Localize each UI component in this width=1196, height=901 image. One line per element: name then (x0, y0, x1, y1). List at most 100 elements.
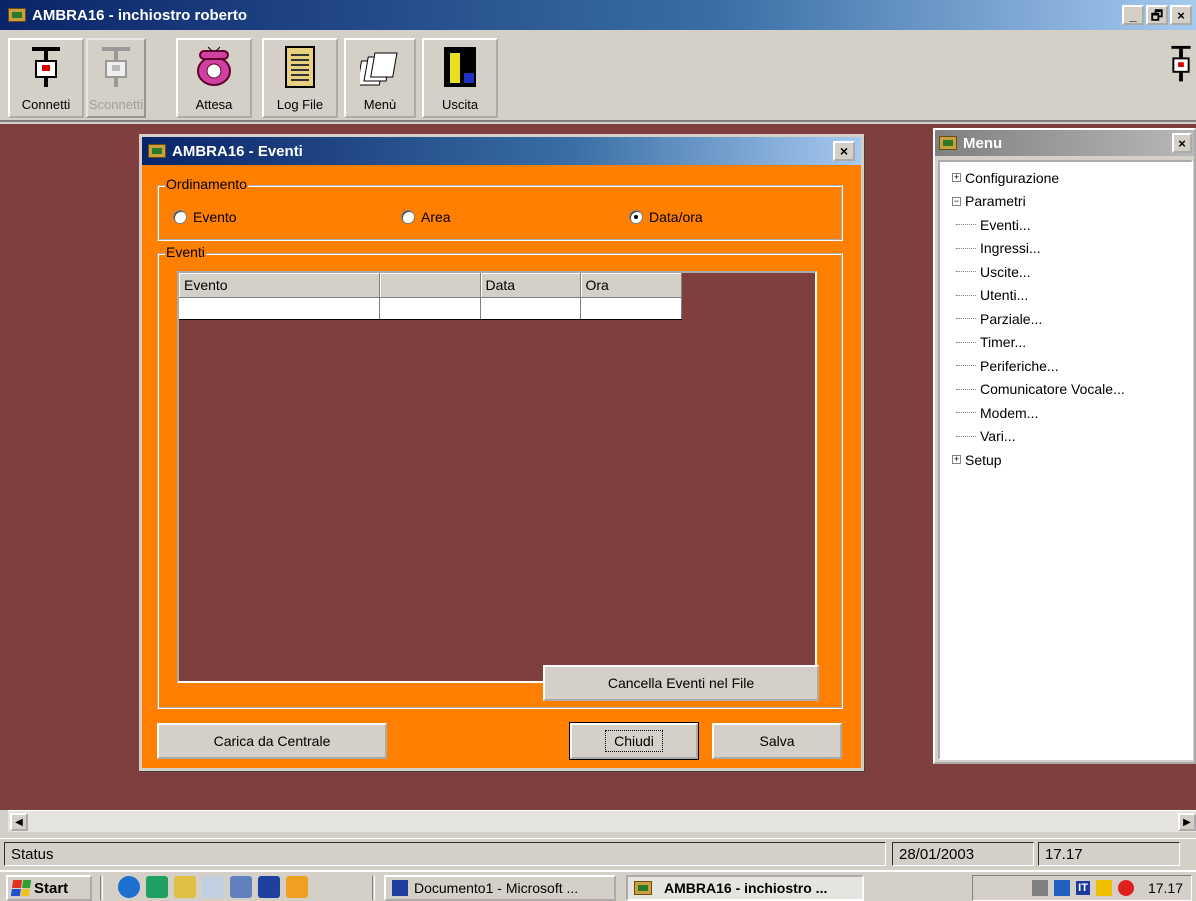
tree-item-vari[interactable]: Vari... (940, 425, 1191, 449)
radio-data-ora-label: Data/ora (649, 209, 703, 225)
plug-icon (26, 45, 66, 89)
tree-label-setup: Setup (965, 451, 1002, 468)
cancella-eventi-label: Cancella Eventi nel File (607, 675, 755, 691)
files-stack-icon (360, 45, 400, 89)
table-cell[interactable] (480, 297, 581, 320)
network-icon[interactable] (1054, 880, 1071, 896)
carica-label: Carica da Centrale (213, 733, 331, 749)
status-bar: Status 28/01/2003 17.17 (0, 838, 1196, 868)
radio-area-label: Area (421, 209, 451, 225)
volume-icon[interactable] (1032, 880, 1049, 896)
radio-data-ora-dot (629, 210, 643, 224)
sconnetti-label: Sconnetti (88, 97, 144, 112)
radio-evento-label: Evento (193, 209, 237, 225)
column-header-evento[interactable]: Evento (179, 273, 380, 298)
tree-item-uscite[interactable]: Uscite... (940, 260, 1191, 284)
tree-item-parametri[interactable]: − Parametri (940, 190, 1191, 214)
internet-explorer-icon[interactable] (118, 876, 140, 898)
expand-icon[interactable]: + (952, 455, 961, 465)
tree-item-periferiche[interactable]: Periferiche... (940, 354, 1191, 378)
status-time: 17.17 (1038, 842, 1180, 866)
column-header-data[interactable]: Data (480, 273, 581, 298)
app-icon (8, 8, 26, 22)
scroll-left-icon[interactable]: ◀ (10, 813, 28, 831)
carica-da-centrale-button[interactable]: Carica da Centrale (157, 723, 387, 759)
attesa-button[interactable]: Attesa (176, 38, 252, 118)
document-icon (280, 45, 320, 89)
menu-panel-close-button[interactable]: × (1172, 133, 1192, 153)
scroll-right-icon[interactable]: ▶ (1178, 813, 1196, 831)
menu-tree: + Configurazione − Parametri Eventi... I… (938, 160, 1193, 760)
telephone-icon (194, 45, 234, 89)
dialog-close-button[interactable]: × (833, 141, 855, 161)
ordinamento-group: Ordinamento Evento Area Data/ora (157, 176, 843, 241)
table-row[interactable] (179, 297, 682, 320)
task-documento1[interactable]: Documento1 - Microsoft ... (384, 875, 616, 901)
tree-label-parametri: Parametri (965, 193, 1026, 210)
tree-item-eventi[interactable]: Eventi... (940, 213, 1191, 237)
menu-button[interactable]: Menù (344, 38, 416, 118)
uscita-button[interactable]: Uscita (422, 38, 498, 118)
radio-evento[interactable]: Evento (173, 209, 237, 225)
column-header-ora[interactable]: Ora (580, 273, 682, 298)
eventi-group-label: Eventi (165, 244, 206, 260)
play-icon[interactable] (286, 876, 308, 898)
dialog-title-bar: AMBRA16 - Eventi (142, 137, 861, 165)
taskbar: Start Documento1 - Microsoft ... AMBRA16… (0, 870, 1196, 901)
windows-logo-icon (10, 880, 32, 896)
tree-item-configurazione[interactable]: + Configurazione (940, 166, 1191, 190)
restore-button[interactable]: 🗗 (1146, 5, 1168, 25)
taskbar-separator (372, 876, 375, 900)
task-ambra16[interactable]: AMBRA16 - inchiostro ... (626, 875, 864, 901)
eventi-grid[interactable]: Evento Data Ora (177, 271, 817, 683)
desktop-icon[interactable] (174, 876, 196, 898)
collapse-icon[interactable]: − (952, 196, 961, 206)
eventi-dialog: AMBRA16 - Eventi × Ordinamento Evento Ar… (139, 134, 864, 771)
column-header-blank[interactable] (379, 273, 481, 298)
exit-door-icon (440, 45, 480, 89)
tree-item-setup[interactable]: + Setup (940, 448, 1191, 472)
minimize-button[interactable]: _ (1122, 5, 1144, 25)
tree-item-parziale[interactable]: Parziale... (940, 307, 1191, 331)
connetti-button[interactable]: Connetti (8, 38, 84, 118)
taskbar-separator (100, 876, 103, 900)
app-title: AMBRA16 - inchiostro roberto (32, 6, 248, 24)
media-icon[interactable] (230, 876, 252, 898)
start-button[interactable]: Start (6, 875, 92, 901)
sconnetti-button[interactable]: Sconnetti (86, 38, 146, 118)
table-cell[interactable] (580, 297, 682, 320)
horizontal-scrollbar[interactable]: ◀ ▶ (8, 810, 1196, 832)
tree-item-comunicatore-vocale[interactable]: Comunicatore Vocale... (940, 378, 1191, 402)
start-label: Start (34, 879, 69, 897)
word-icon[interactable] (258, 876, 280, 898)
outlook-icon[interactable] (146, 876, 168, 898)
ordinamento-label: Ordinamento (165, 176, 248, 192)
unplug-icon (96, 45, 136, 89)
chiudi-button[interactable]: Chiudi (569, 722, 699, 760)
tree-item-ingressi[interactable]: Ingressi... (940, 237, 1191, 261)
taskbar-clock: 17.17 (1147, 880, 1183, 896)
antivirus-icon[interactable] (1117, 880, 1134, 896)
menu-label: Menù (363, 97, 397, 112)
status-text: Status (4, 842, 886, 866)
menu-panel-title: Menu (963, 134, 1003, 152)
menu-panel-title-bar: Menu (935, 130, 1194, 156)
language-indicator[interactable]: IT (1076, 881, 1090, 895)
cancella-eventi-button[interactable]: Cancella Eventi nel File (543, 665, 819, 701)
radio-area[interactable]: Area (401, 209, 451, 225)
radio-data-ora[interactable]: Data/ora (629, 209, 703, 225)
table-cell[interactable] (379, 297, 481, 320)
log-file-button[interactable]: Log File (262, 38, 338, 118)
tree-item-timer[interactable]: Timer... (940, 331, 1191, 355)
table-cell[interactable] (179, 297, 380, 320)
tree-item-modem[interactable]: Modem... (940, 401, 1191, 425)
ambra-task-icon (634, 881, 652, 895)
radio-evento-dot (173, 210, 187, 224)
radio-area-dot (401, 210, 415, 224)
close-button[interactable]: × (1170, 5, 1192, 25)
tray-app-icon[interactable] (1095, 880, 1112, 896)
salva-button[interactable]: Salva (712, 723, 842, 759)
tree-item-utenti[interactable]: Utenti... (940, 284, 1191, 308)
expand-icon[interactable]: + (952, 173, 961, 183)
search-icon[interactable] (202, 876, 224, 898)
